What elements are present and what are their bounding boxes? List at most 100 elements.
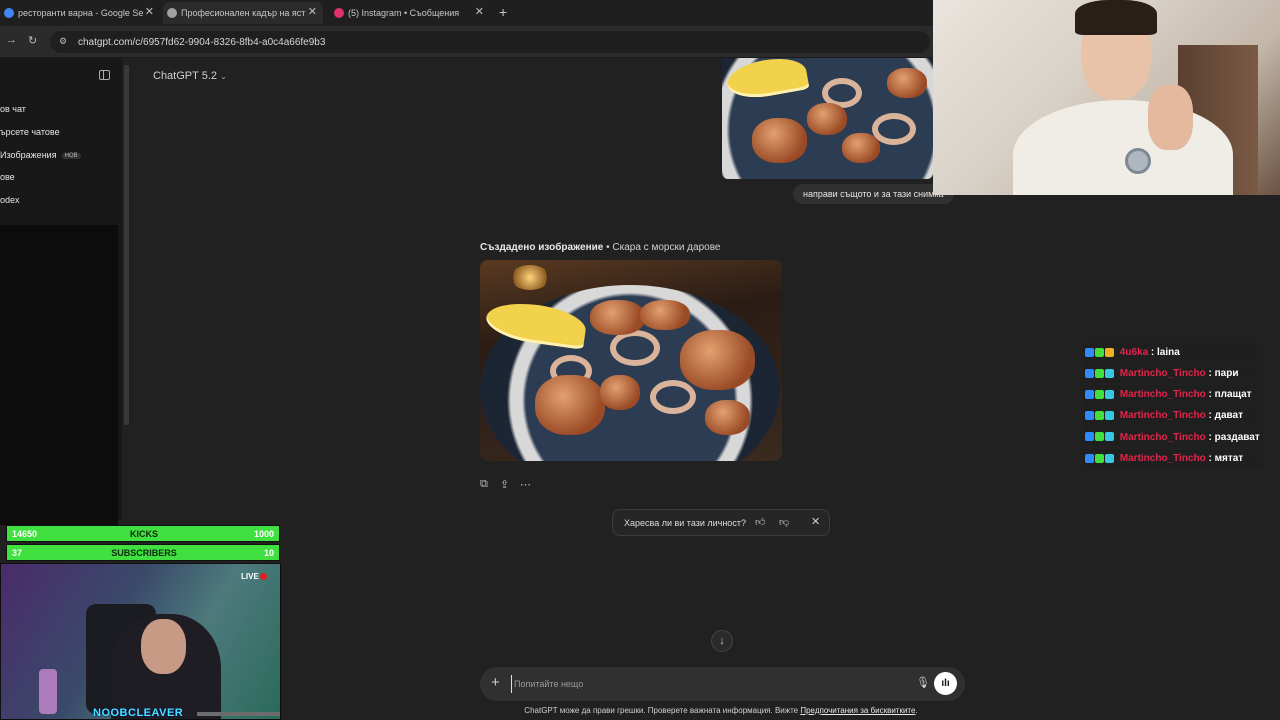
live-dot-icon xyxy=(259,573,267,581)
close-tab-icon[interactable]: ✕ xyxy=(475,5,484,18)
chat-text: laina xyxy=(1157,347,1180,359)
sidebar-scrollbar[interactable] xyxy=(124,65,129,425)
sidebar-toggle-icon[interactable] xyxy=(99,70,110,80)
sidebar-item-label: ърсете чатове xyxy=(0,127,60,137)
feedback-prompt: Харесва ли ви тази личност? 👍︎ 👎︎ ✕ xyxy=(612,509,830,536)
google-icon xyxy=(4,8,14,18)
sidebar-item-label: Изображения xyxy=(0,150,57,160)
address-bar[interactable]: ⚙ chatgpt.com/c/6957fd62-9904-8326-8fb4-… xyxy=(50,31,930,53)
goal-label: KICKS xyxy=(129,529,158,539)
thumbs-up-icon[interactable]: 👍︎ xyxy=(755,516,765,528)
new-tab-icon[interactable]: + xyxy=(499,4,507,20)
disclaimer-end: . xyxy=(915,706,918,715)
sidebar-item-new-chat[interactable]: ов чат xyxy=(0,104,26,114)
live-badge: LIVE xyxy=(241,572,267,581)
chat-badges-icon xyxy=(1085,345,1115,360)
sidebar-history-area xyxy=(0,225,118,525)
generated-title: Скара с морски дарове xyxy=(612,242,721,253)
kicks-goal-bar: KICKS 14650 1000 xyxy=(6,525,280,542)
model-name: ChatGPT 5.2 xyxy=(153,70,217,82)
cookie-preferences-link[interactable]: Предпочитания за бисквитките xyxy=(800,706,915,715)
chat-text: плащат xyxy=(1214,389,1252,401)
sidebar-item-label: ов чат xyxy=(0,104,26,114)
chat-username: Martincho_Tincho xyxy=(1119,410,1206,422)
close-icon[interactable]: ✕ xyxy=(811,515,820,528)
new-badge: НОВ xyxy=(61,152,81,159)
generated-label: Създадено изображение xyxy=(480,242,604,253)
stream-chat-overlay: 4u6ka : laina Martincho_Tincho : пари Ma… xyxy=(1083,343,1263,470)
sidebar-item-codex[interactable]: odex xyxy=(0,195,20,205)
url-text: chatgpt.com/c/6957fd62-9904-8326-8fb4-a0… xyxy=(78,36,326,48)
sidebar-item-projects[interactable]: ове xyxy=(0,172,15,182)
reload-icon[interactable]: ↻ xyxy=(28,34,37,47)
disclaimer-text: ChatGPT може да прави грешки. Проверете … xyxy=(524,706,801,715)
uploaded-food-image[interactable] xyxy=(722,58,933,179)
thumbs-down-icon[interactable]: 👎︎ xyxy=(779,516,789,528)
chat-message: Martincho_Tincho : пари xyxy=(1083,364,1263,384)
streamer-name: NOOBCLEAVER xyxy=(93,707,184,719)
chat-text: раздават xyxy=(1214,431,1260,443)
instagram-icon xyxy=(334,8,344,18)
goal-target: 1000 xyxy=(253,529,274,539)
plus-icon[interactable]: + xyxy=(491,674,500,691)
chat-badges-icon xyxy=(1085,366,1115,381)
tab-title: (5) Instagram • Съобщения xyxy=(348,8,460,18)
prompt-input[interactable] xyxy=(511,675,891,693)
chat-message: Martincho_Tincho : плащат xyxy=(1083,385,1263,405)
tab-chatgpt[interactable]: Професионален кадър на яст ✕ xyxy=(163,2,323,24)
chat-message: 4u6ka : laina xyxy=(1083,343,1263,363)
more-icon[interactable]: ⋯ xyxy=(520,478,531,491)
goal-current: 14650 xyxy=(12,529,38,539)
share-icon[interactable]: ⇪ xyxy=(500,478,509,491)
sidebar-item-images[interactable]: Изображения НОВ xyxy=(0,150,81,160)
tab-title: ресторанти варна - Google Se xyxy=(18,8,144,18)
chat-username: Martincho_Tincho xyxy=(1119,389,1206,401)
chevron-down-icon: ⌄ xyxy=(220,72,227,81)
tab-google-search[interactable]: ресторанти варна - Google Se ✕ xyxy=(0,2,160,24)
chat-badges-icon xyxy=(1085,387,1115,402)
goal-label: SUBSCRIBERS xyxy=(111,548,177,558)
live-label: LIVE xyxy=(241,572,259,581)
chatgpt-icon xyxy=(167,8,177,18)
site-info-icon[interactable]: ⚙ xyxy=(59,36,67,47)
chat-badges-icon xyxy=(1085,451,1115,466)
chat-username: 4u6ka xyxy=(1119,347,1149,359)
chat-badges-icon xyxy=(1085,430,1115,445)
sidebar-item-search-chats[interactable]: ърсете чатове xyxy=(0,127,60,137)
chat-message: Martincho_Tincho : дават xyxy=(1083,406,1263,426)
chat-message: Martincho_Tincho : раздават xyxy=(1083,427,1263,447)
model-selector[interactable]: ChatGPT 5.2 ⌄ xyxy=(153,70,227,82)
generated-image-caption: Създадено изображение • Скара с морски д… xyxy=(480,242,720,253)
chat-username: Martincho_Tincho xyxy=(1119,431,1206,443)
chat-text: пари xyxy=(1214,368,1239,380)
tab-instagram[interactable]: (5) Instagram • Съобщения ✕ xyxy=(330,2,490,24)
chat-message: Martincho_Tincho : мятат xyxy=(1083,448,1263,468)
microphone-icon[interactable]: 🎙︎ xyxy=(916,676,930,689)
user-message-text: направи същото и за тази снимка xyxy=(803,189,944,199)
arrow-down-icon: ↓ xyxy=(719,635,725,647)
voice-mode-button[interactable]: ılı xyxy=(934,672,957,695)
feedback-question: Харесва ли ви тази личност? xyxy=(624,518,746,528)
user-message-bubble: направи същото и за тази снимка xyxy=(793,184,954,204)
close-tab-icon[interactable]: ✕ xyxy=(308,5,317,18)
chat-text: дават xyxy=(1214,410,1243,422)
chat-username: Martincho_Tincho xyxy=(1119,368,1206,380)
chat-badges-icon xyxy=(1085,408,1115,423)
webcam-overlay-host: LIVE NOOBCLEAVER xyxy=(0,563,281,720)
copy-icon[interactable]: ⧉ xyxy=(480,478,488,491)
chat-text: мятат xyxy=(1214,452,1244,464)
goal-target: 10 xyxy=(263,548,274,558)
composer: + 🎙︎ ılı xyxy=(480,667,965,701)
close-tab-icon[interactable]: ✕ xyxy=(145,5,154,18)
sidebar: ов чат ърсете чатове Изображения НОВ ове … xyxy=(0,58,122,525)
subscribers-goal-bar: SUBSCRIBERS 37 10 xyxy=(6,544,280,561)
tab-title: Професионален кадър на яст xyxy=(181,8,306,18)
goal-current: 37 xyxy=(12,548,23,558)
generated-food-image[interactable] xyxy=(480,260,782,461)
chat-username: Martincho_Tincho xyxy=(1119,452,1206,464)
sidebar-item-label: odex xyxy=(0,195,20,205)
progress-strip xyxy=(197,712,280,716)
forward-icon[interactable]: → xyxy=(6,34,17,46)
webcam-overlay-streamer xyxy=(933,0,1280,195)
scroll-down-button[interactable]: ↓ xyxy=(711,630,733,652)
